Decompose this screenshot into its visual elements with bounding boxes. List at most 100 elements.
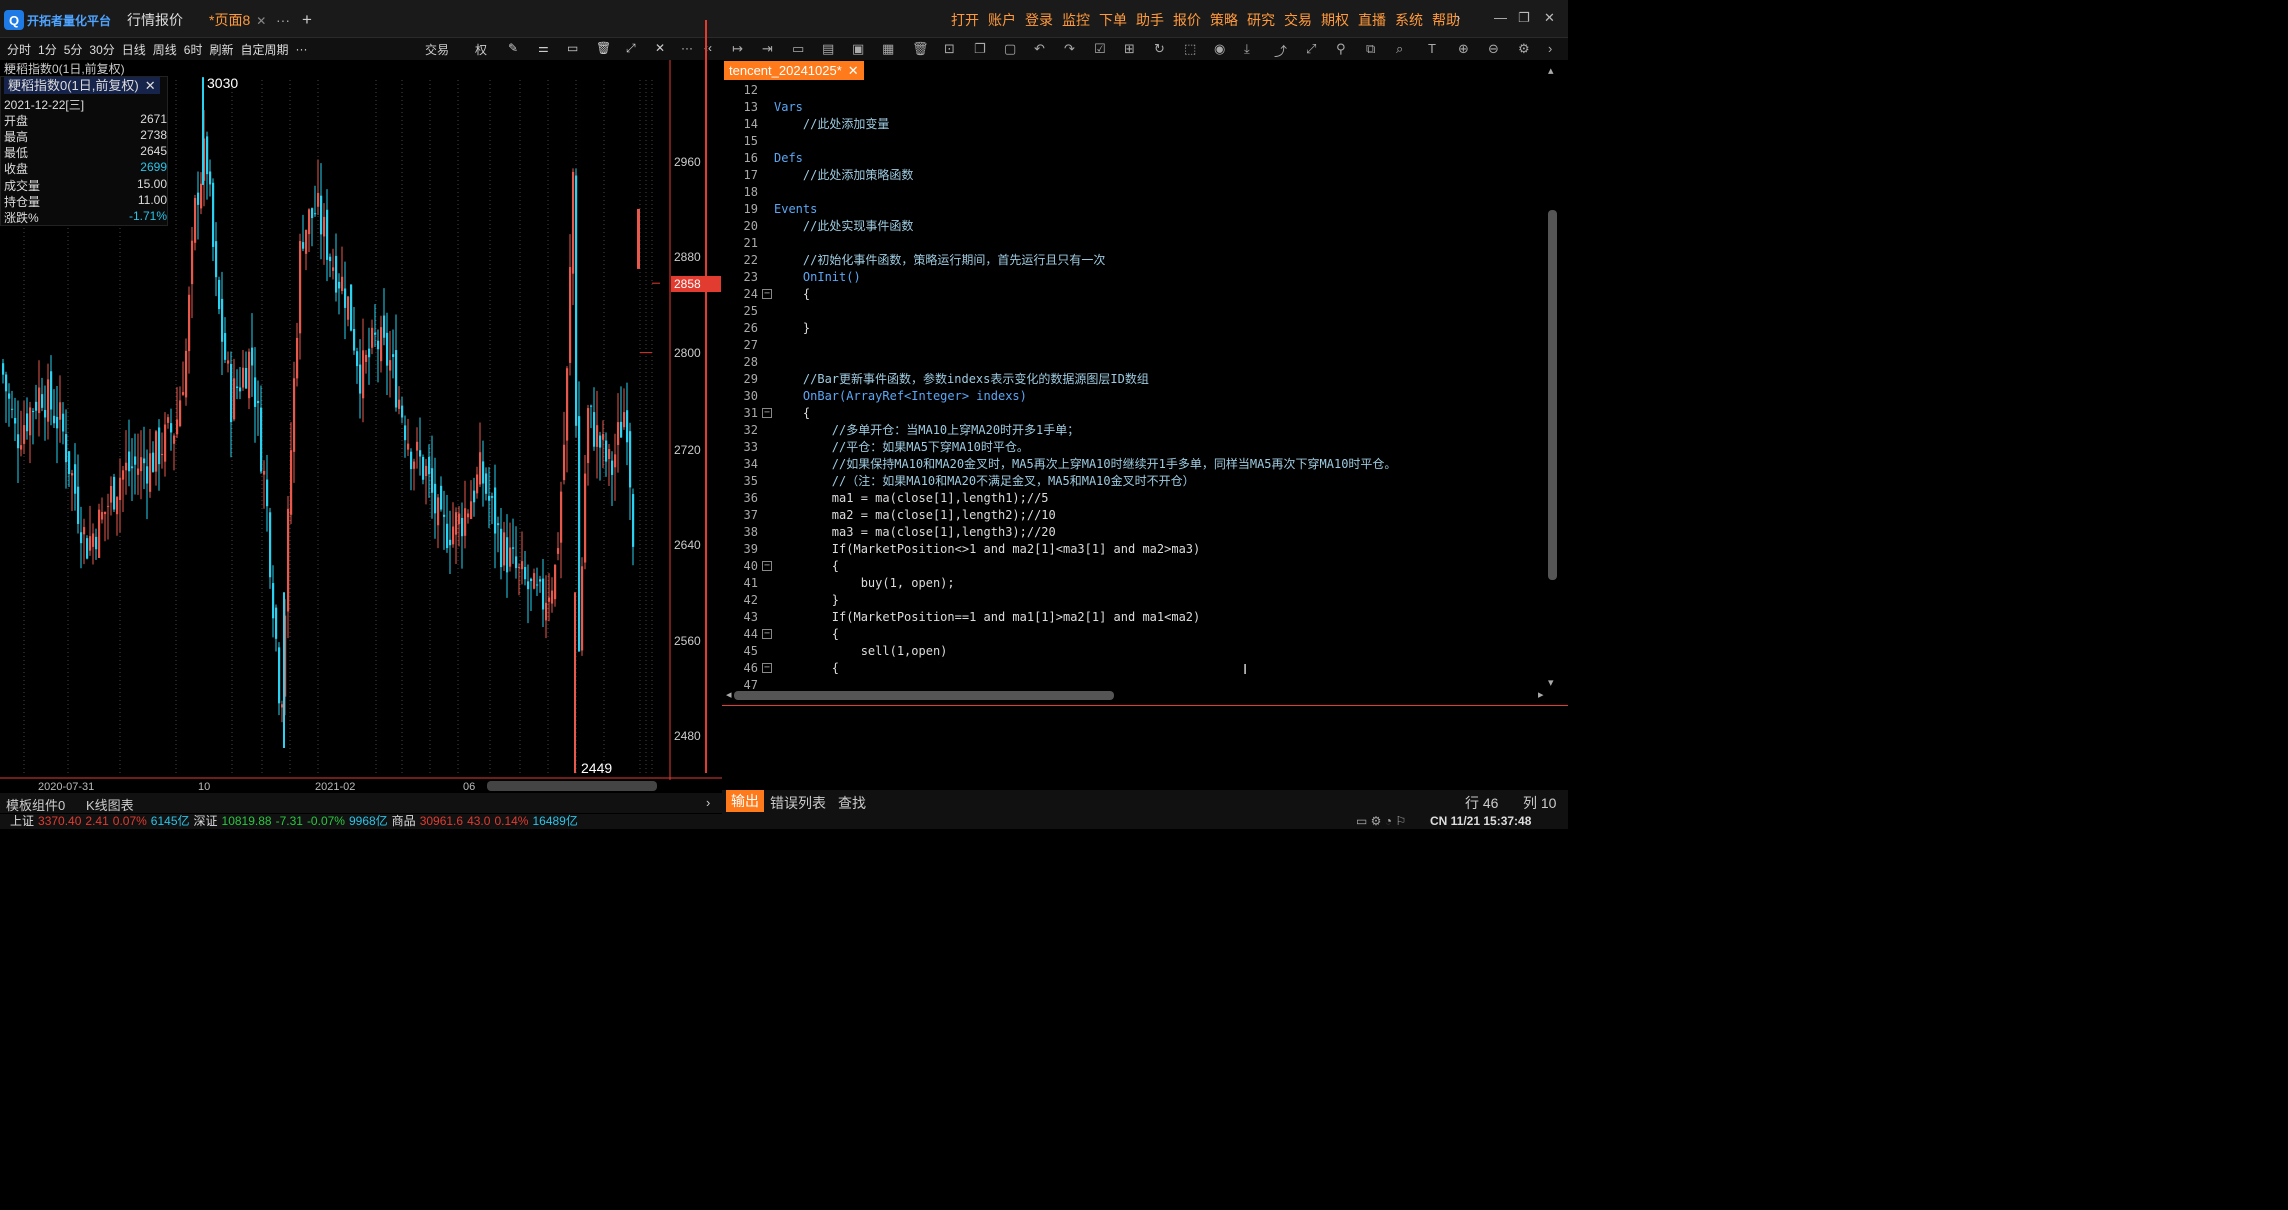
tab-kline-chart[interactable]: K线图表	[86, 795, 134, 814]
refresh-button[interactable]: 刷新	[209, 41, 233, 58]
code-line[interactable]: 36 ma1 = ma(close[1],length1);//5	[724, 490, 1546, 507]
expand-icon[interactable]: ⤢	[626, 41, 636, 56]
open-folder-icon[interactable]: ▭	[792, 41, 804, 57]
code-line[interactable]: 24− {	[724, 286, 1546, 303]
import-icon[interactable]: ⤓	[1244, 41, 1250, 57]
code-line[interactable]: 21	[724, 235, 1546, 252]
tab-output[interactable]: 输出	[726, 790, 764, 812]
file-tab[interactable]: tencent_20241025* ✕	[724, 61, 864, 80]
menu-order[interactable]: 下单	[1099, 10, 1127, 30]
code-line[interactable]: 16 Defs	[724, 150, 1546, 167]
code-line[interactable]: 37 ma2 = ma(close[1],length2);//10	[724, 507, 1546, 524]
code-line[interactable]: 38 ma3 = ma(close[1],length3);//20	[724, 524, 1546, 541]
scroll-left-icon[interactable]: ◂	[726, 688, 732, 701]
delete-icon[interactable]: 🗑	[912, 41, 929, 57]
fold-toggle-icon[interactable]: −	[762, 629, 772, 639]
fullscreen-icon[interactable]: ⤢	[1306, 41, 1316, 57]
trash-icon[interactable]: 🗑	[596, 41, 611, 55]
compile-icon[interactable]: ⊞	[1124, 41, 1135, 57]
menu-account[interactable]: 账户	[988, 10, 1016, 30]
custom-period-button[interactable]: 自定周期	[240, 41, 288, 58]
rights-button[interactable]: 权	[475, 41, 487, 58]
code-line[interactable]: 20 //此处实现事件函数	[724, 218, 1546, 235]
period-1m[interactable]: 1分	[38, 41, 57, 58]
code-line[interactable]: 25	[724, 303, 1546, 320]
tab-quotes[interactable]: 行情报价	[127, 9, 183, 31]
zoom-out-icon[interactable]: ⊖	[1488, 41, 1499, 57]
code-line[interactable]: 29 //Bar更新事件函数，参数indexs表示变化的数据源图层ID数组	[724, 371, 1546, 388]
menu-monitor[interactable]: 监控	[1062, 10, 1090, 30]
code-line[interactable]: 30 OnBar(ArrayRef<Integer> indexs)	[724, 388, 1546, 405]
menu-assistant[interactable]: 助手	[1136, 10, 1164, 30]
code-line[interactable]: 19 Events	[724, 201, 1546, 218]
editor-horizontal-scrollbar[interactable]	[734, 691, 1114, 700]
sync-icon[interactable]: ↻	[1154, 41, 1165, 57]
code-line[interactable]: 15	[724, 133, 1546, 150]
code-line[interactable]: 39 If(MarketPosition<>1 and ma2[1]<ma3[1…	[724, 541, 1546, 558]
zoom-in-icon[interactable]: ⊕	[1458, 41, 1469, 57]
menu-open[interactable]: 打开	[951, 10, 979, 30]
menu-strategy[interactable]: 策略	[1210, 10, 1238, 30]
editor-vertical-scrollbar[interactable]	[1548, 210, 1557, 580]
code-line[interactable]: 43 If(MarketPosition==1 and ma1[1]>ma2[1…	[724, 609, 1546, 626]
tab-error-list[interactable]: 错误列表	[770, 793, 826, 813]
tab-template-component[interactable]: 模板组件0	[6, 795, 65, 814]
code-line[interactable]: 18	[724, 184, 1546, 201]
tab-page8[interactable]: *页面8 ✕	[209, 9, 266, 31]
code-line[interactable]: 44− {	[724, 626, 1546, 643]
close-file-icon[interactable]: ✕	[848, 63, 859, 78]
status-icons[interactable]: ▭ ⚙ ◔ ⚐	[1356, 814, 1406, 829]
tab-more-icon[interactable]: ···	[276, 9, 290, 31]
period-30m[interactable]: 30分	[89, 41, 114, 58]
chart-scrollbar[interactable]	[487, 781, 657, 791]
code-editor[interactable]: 12 13 Vars 14 //此处添加变量 15 16 Defs 17 //此处添加策略函数…	[724, 80, 1546, 692]
toolbar-more-icon[interactable]: ›	[1548, 41, 1552, 56]
code-line[interactable]: 17 //此处添加策略函数	[724, 167, 1546, 184]
fold-toggle-icon[interactable]: −	[762, 561, 772, 571]
scroll-up-icon[interactable]: ▴	[1548, 64, 1554, 77]
record-icon[interactable]: ◉	[1214, 41, 1225, 57]
code-line[interactable]: 34 //如果保持MA10和MA20金叉时，MA5再次上穿MA10时继续开1手多…	[724, 456, 1546, 473]
menu-trade[interactable]: 交易	[1284, 10, 1312, 30]
search-icon[interactable]: ⚲	[1336, 41, 1346, 57]
save-all-icon[interactable]: ▦	[882, 41, 894, 57]
menu-login[interactable]: 登录	[1025, 10, 1053, 30]
close-info-icon[interactable]: ✕	[145, 78, 156, 93]
minimize-icon[interactable]: —	[1494, 10, 1507, 25]
new-strategy-icon[interactable]: ⇥	[762, 41, 773, 57]
code-line[interactable]: 13 Vars	[724, 99, 1546, 116]
period-6h[interactable]: 6时	[184, 41, 203, 58]
paste-icon[interactable]: ▢	[1004, 41, 1016, 57]
code-line[interactable]: 12	[724, 82, 1546, 99]
scroll-right-icon[interactable]: ▸	[1538, 688, 1544, 701]
code-line[interactable]: 14 //此处添加变量	[724, 116, 1546, 133]
menu-system[interactable]: 系统	[1395, 10, 1423, 30]
check-icon[interactable]: ☑	[1094, 41, 1106, 57]
find-file-icon[interactable]: ⌕	[1396, 41, 1403, 57]
code-line[interactable]: 32 //多单开仓：当MA10上穿MA20时开多1手单；	[724, 422, 1546, 439]
code-line[interactable]: 22 //初始化事件函数，策略运行期间，首先运行且只有一次	[724, 252, 1546, 269]
code-line[interactable]: 23 OnInit()	[724, 269, 1546, 286]
code-line[interactable]: 42 }	[724, 592, 1546, 609]
redo-icon[interactable]: ↷	[1064, 41, 1075, 57]
fold-toggle-icon[interactable]: −	[762, 663, 772, 673]
close-chart-icon[interactable]: ✕	[655, 41, 665, 55]
close-window-icon[interactable]: ✕	[1544, 10, 1555, 26]
open-recent-icon[interactable]: ▤	[822, 41, 834, 57]
menu-live[interactable]: 直播	[1358, 10, 1386, 30]
pen-icon[interactable]: ✎	[508, 41, 518, 55]
save-icon[interactable]: ▣	[852, 41, 864, 57]
code-line[interactable]: 35 //（注：如果MA10和MA20不满足金叉，MA5和MA10金叉时不开仓）	[724, 473, 1546, 490]
code-line[interactable]: 40− {	[724, 558, 1546, 575]
code-line[interactable]: 27	[724, 337, 1546, 354]
menu-options[interactable]: 期权	[1321, 10, 1349, 30]
chart-more-icon[interactable]: ···	[681, 41, 693, 55]
trade-button[interactable]: 交易	[425, 41, 449, 58]
sliders-icon[interactable]: ⚌	[538, 41, 549, 55]
scroll-down-icon[interactable]: ▾	[1548, 676, 1554, 689]
replace-icon[interactable]: ⧉	[1366, 41, 1375, 57]
code-line[interactable]: 33 //平仓：如果MA5下穿MA10时平仓。	[724, 439, 1546, 456]
menu-research[interactable]: 研究	[1247, 10, 1275, 30]
period-day[interactable]: 日线	[122, 41, 146, 58]
code-line[interactable]: 28	[724, 354, 1546, 371]
